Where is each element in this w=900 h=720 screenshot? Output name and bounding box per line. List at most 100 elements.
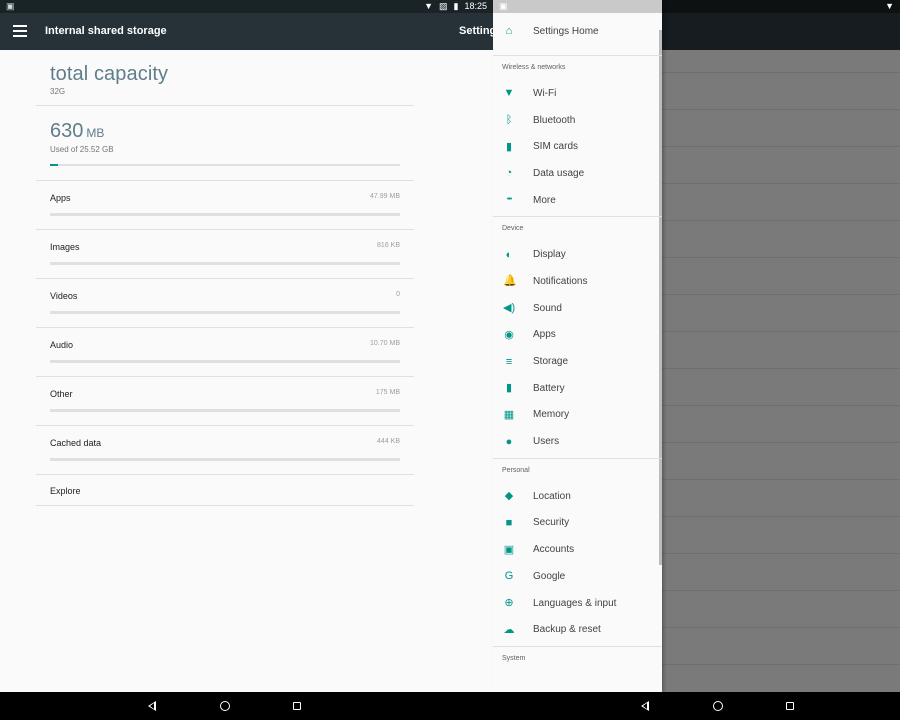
category-label: Videos (50, 291, 78, 301)
storage-category-row[interactable]: Other 175 MB (36, 377, 414, 426)
drawer-item-more[interactable]: ••• More (493, 187, 662, 214)
display-icon: ◐ (505, 248, 513, 261)
recents-icon (786, 702, 794, 710)
category-bar (50, 360, 400, 363)
explore-label: Explore (50, 486, 81, 496)
used-number: 630 (50, 120, 84, 142)
storage-icon: ≡ (505, 355, 513, 368)
settings-drawer: ▣ ⌂ Settings Home Wireless & networks ▼ Wi… (493, 0, 662, 692)
drawer-item-backup-reset[interactable]: ☁ Backup & reset (493, 616, 662, 643)
recents-button[interactable] (289, 698, 305, 714)
storage-category-row[interactable]: Apps 47.99 MB (36, 181, 414, 230)
scrim-divider (662, 72, 900, 73)
drawer-item-notifications[interactable]: 🔔 Notifications (493, 268, 662, 295)
category-label: Audio (50, 340, 74, 350)
drawer-item-label: Notifications (533, 275, 588, 287)
scrim-divider (662, 146, 900, 147)
storage-category-row[interactable]: Images 816 KB (36, 230, 414, 279)
explore-row[interactable]: Explore (36, 475, 414, 506)
scrim-divider (662, 479, 900, 480)
recents-button-right[interactable] (782, 698, 798, 714)
toolbar-trailing-title: Settings (459, 25, 493, 37)
home-button[interactable] (217, 698, 233, 714)
drawer-item-memory[interactable]: ▦ Memory (493, 402, 662, 429)
home-icon: ⌂ (505, 25, 513, 37)
drawer-item-label: Storage (533, 356, 569, 368)
drawer-item-display[interactable]: ◐ Display (493, 241, 662, 268)
scrim-divider (662, 331, 900, 332)
total-capacity-value: 32G (50, 87, 66, 96)
memory-icon: ▦ (503, 408, 515, 421)
scrim-divider (662, 516, 900, 517)
drawer-item-sim-cards[interactable]: ▮ SIM cards (493, 133, 662, 160)
scrim-divider (662, 368, 900, 369)
scrim-divider (662, 590, 900, 591)
used-progress-bar (50, 164, 400, 166)
sim-card-icon: ▮ (505, 140, 513, 153)
drawer-item-label: Backup & reset (533, 624, 601, 636)
category-label: Images (50, 242, 80, 252)
category-list: Apps 47.99 MB Images 816 KB Videos 0 Audio 10.7… (36, 181, 414, 475)
storage-category-row[interactable]: Audio 10.70 MB (36, 328, 414, 377)
used-caption: Used of 25.52 GB (50, 145, 114, 154)
storage-category-row[interactable]: Videos 0 (36, 279, 414, 328)
back-button-right[interactable] (638, 698, 654, 714)
category-bar (50, 458, 400, 461)
drawer-item-languages-input[interactable]: ⊕ Languages & input (493, 590, 662, 617)
hamburger-menu-icon[interactable] (12, 22, 28, 40)
battery-icon: ▮ (505, 382, 513, 395)
android-icon: ◉ (504, 328, 514, 341)
total-capacity-title: total capacity (50, 63, 169, 85)
drawer-item-label: Display (533, 249, 566, 261)
back-button[interactable] (145, 698, 161, 714)
image-notification-icon: ▣ (499, 1, 508, 11)
drawer-item-label: Bluetooth (533, 114, 576, 126)
used-progress-fill (50, 164, 59, 166)
drawer-item-sound[interactable]: ◀) Sound (493, 295, 662, 322)
home-button-right[interactable] (710, 698, 726, 714)
wifi-icon: ▼ (503, 87, 515, 100)
storage-category-row[interactable]: Cached data 444 KB (36, 426, 414, 475)
scrim-divider (662, 183, 900, 184)
used-summary: 630 MB Used of 25.52 GB (36, 106, 414, 181)
scrim-divider (662, 664, 900, 665)
recents-icon (293, 702, 301, 710)
category-size: 10.70 MB (370, 340, 400, 347)
scrim-divider (662, 257, 900, 258)
drawer-item-storage[interactable]: ≡ Storage (493, 348, 662, 375)
storage-screen: ▣ ▼ ▨ ▮ 18:25 Internal shared storage Se… (0, 0, 493, 720)
location-pin-icon: ◆ (504, 490, 514, 503)
drawer-scrim[interactable]: ▼ (662, 0, 900, 692)
drawer-item-settings-home[interactable]: ⌂ Settings Home (493, 13, 662, 49)
home-circle-icon (713, 701, 723, 711)
drawer-item-wi-fi[interactable]: ▼ Wi-Fi (493, 80, 662, 107)
drawer-item-label: Languages & input (533, 597, 617, 609)
category-label: Other (50, 389, 73, 399)
more-icon: ••• (506, 196, 512, 204)
drawer-item-label: Battery (533, 382, 565, 394)
drawer-item-label: Google (533, 570, 566, 582)
scrim-divider (662, 442, 900, 443)
drawer-item-google[interactable]: G Google (493, 563, 662, 590)
scrim-divider (662, 405, 900, 406)
drawer-item-apps[interactable]: ◉ Apps (493, 322, 662, 349)
drawer-section-header: Personal (502, 466, 530, 474)
drawer-item-data-usage[interactable]: ◔ Data usage (493, 160, 662, 187)
drawer-item-battery[interactable]: ▮ Battery (493, 375, 662, 402)
back-icon (641, 701, 649, 711)
drawer-item-label: Security (533, 517, 570, 529)
battery-status-icon: ▮ (453, 1, 459, 11)
bell-icon: 🔔 (503, 275, 517, 288)
app-toolbar: Internal shared storage Settings (0, 13, 493, 50)
scrim-status-bar: ▼ (662, 0, 900, 13)
drawer-item-label: Accounts (533, 544, 575, 556)
drawer-item-accounts[interactable]: ▣ Accounts (493, 536, 662, 563)
drawer-item-security[interactable]: ■ Security (493, 510, 662, 537)
no-sim-icon: ▨ (439, 1, 448, 11)
drawer-item-bluetooth[interactable]: ᛒ Bluetooth (493, 107, 662, 134)
drawer-item-location[interactable]: ◆ Location (493, 483, 662, 510)
drawer-item-label: Sound (533, 302, 562, 314)
account-box-icon: ▣ (503, 543, 515, 556)
drawer-item-users[interactable]: ● Users (493, 428, 662, 455)
used-unit: MB (86, 126, 105, 140)
